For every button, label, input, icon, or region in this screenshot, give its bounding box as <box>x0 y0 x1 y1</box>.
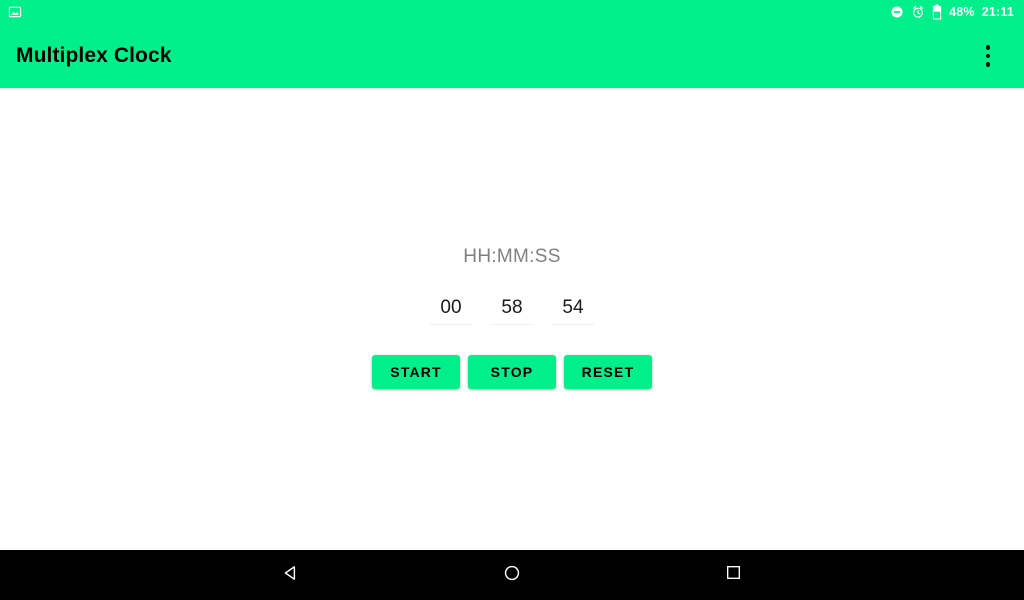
stopwatch-panel: HH:MM:SS 00 58 54 START STOP RESET <box>0 246 1024 389</box>
overflow-dot-icon <box>985 53 991 59</box>
time-input-row: 00 58 54 <box>430 297 594 325</box>
overflow-dot-icon <box>985 62 991 67</box>
stop-button[interactable]: STOP <box>468 355 556 389</box>
battery-icon <box>932 4 942 20</box>
app-bar: Multiplex Clock <box>0 24 1024 88</box>
time-format-label: HH:MM:SS <box>463 246 561 267</box>
nav-back-button[interactable] <box>263 550 319 600</box>
screenshot-notification-icon <box>8 5 22 19</box>
alarm-clock-icon <box>911 5 925 19</box>
hours-field[interactable]: 00 <box>430 297 472 325</box>
status-bar-clock: 21:11 <box>981 5 1014 19</box>
status-bar: 48% 21:11 <box>0 0 1024 24</box>
main-content: HH:MM:SS 00 58 54 START STOP RESET <box>0 91 1024 550</box>
square-icon <box>725 564 742 586</box>
start-button[interactable]: START <box>372 355 460 389</box>
circle-icon <box>503 564 521 587</box>
triangle-left-icon <box>282 564 300 587</box>
seconds-field[interactable]: 54 <box>552 297 594 325</box>
do-not-disturb-icon <box>890 5 904 19</box>
battery-percent-label: 48% <box>949 5 975 19</box>
stopwatch-button-row: START STOP RESET <box>372 355 652 389</box>
nav-home-button[interactable] <box>484 550 540 600</box>
overflow-menu-button[interactable] <box>966 34 1010 78</box>
minutes-field[interactable]: 58 <box>491 297 533 325</box>
status-bar-right-icons: 48% 21:11 <box>890 0 1014 24</box>
android-screen: 48% 21:11 Multiplex Clock HH:MM:SS 00 58… <box>0 0 1024 600</box>
page-title: Multiplex Clock <box>16 44 172 67</box>
nav-recents-button[interactable] <box>705 550 761 600</box>
status-bar-left-icons <box>8 5 22 19</box>
overflow-dot-icon <box>985 45 991 50</box>
reset-button[interactable]: RESET <box>564 355 652 389</box>
android-navigation-bar <box>0 550 1024 600</box>
